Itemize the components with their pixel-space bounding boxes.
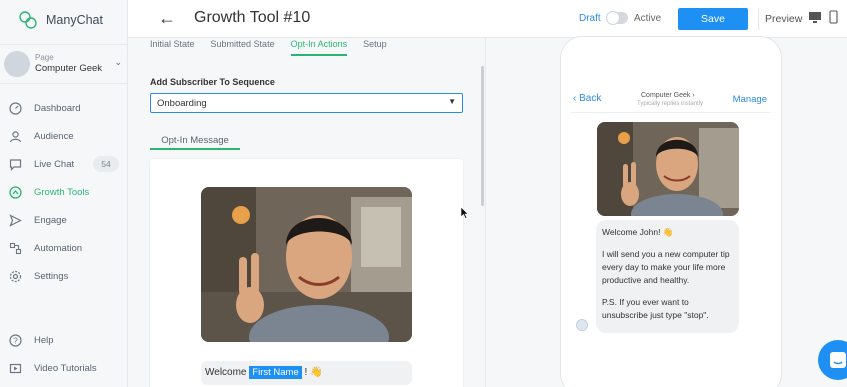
chat-page-name-text: Computer Geek [641,92,691,99]
caret-down-icon: ▼ [448,97,456,106]
svg-text:?: ? [13,336,18,345]
chat-back-label: Back [579,93,602,104]
tab-opt-in-actions[interactable]: Opt-In Actions [290,38,348,56]
brand-name: ManyChat [46,13,103,27]
person-photo-image [201,187,412,342]
sidebar-item-label: Audience [34,130,74,142]
sidebar-item-label: Video Tutorials [34,362,97,374]
editor-scrollbar[interactable] [481,66,484,206]
active-toggle[interactable] [606,11,628,25]
editor-pane: Initial State Submitted State Opt-In Act… [128,38,486,387]
chat-back-button[interactable]: ‹ Back [573,93,601,104]
automation-icon [8,241,22,255]
help-icon: ? [8,333,22,347]
welcome-suffix: ! 👋 [304,367,323,378]
sidebar-item-automation[interactable]: Automation [0,237,128,259]
sidebar-item-label: Live Chat [34,158,75,170]
chat-image [597,122,739,216]
page-avatar [4,51,30,77]
page-selector-label: Page [35,53,54,62]
sidebar-item-label: Automation [34,242,83,254]
sidebar-item-engage[interactable]: Engage [0,209,128,231]
welcome-prefix: Welcome [205,367,247,378]
dashboard-icon [8,101,22,115]
chat-message-line: P.S. If you ever want to unsubscribe jus… [602,297,709,320]
chat-support-icon [830,352,846,368]
chevron-down-icon: ⌄ [114,57,122,67]
save-button[interactable]: Save [678,8,748,30]
tab-submitted-state[interactable]: Submitted State [211,38,275,56]
header-divider [758,8,759,30]
growth-tools-icon [8,185,22,199]
status-active-label: Active [634,13,662,24]
phone-frame: ‹ Back Computer Geek › Typically replies… [560,36,782,387]
live-chat-count-badge: 54 [93,156,119,172]
status-draft-label: Draft [579,13,601,24]
sidebar-item-growth-tools[interactable]: Growth Tools [0,181,128,203]
video-icon [8,361,22,375]
mobile-preview-icon[interactable] [829,10,838,24]
sequence-select-value: Onboarding [157,98,207,109]
sequence-select[interactable]: Onboarding ▼ [150,93,463,113]
desktop-preview-icon[interactable] [808,11,822,24]
sidebar-item-live-chat[interactable]: Live Chat 54 [0,153,128,175]
sidebar-item-label: Help [34,334,54,346]
chat-page-name: Computer Geek › [641,92,695,99]
sidebar-item-settings[interactable]: Settings [0,265,128,287]
bot-avatar [576,319,588,331]
toggle-knob [606,11,620,25]
message-image[interactable] [201,187,412,342]
welcome-text-row[interactable]: Welcome First Name ! 👋 [201,361,412,385]
preview-pane: ‹ Back Computer Geek › Typically replies… [486,36,847,387]
tab-opt-in-message[interactable]: Opt-In Message [150,135,240,150]
gear-icon [8,269,22,283]
mouse-cursor-icon [460,206,469,219]
chat-message-line: I will send you a new computer tip every… [602,249,730,285]
send-icon [8,213,22,227]
page-selector-name: Computer Geek [35,63,103,74]
tab-initial-state[interactable]: Initial State [150,38,195,56]
first-name-chip[interactable]: First Name [249,366,302,379]
tab-setup[interactable]: Setup [363,38,387,56]
page-selector[interactable]: Page Computer Geek ⌄ [0,44,128,84]
sequence-label: Add Subscriber To Sequence [150,77,275,87]
tab-bar: Initial State Submitted State Opt-In Act… [150,38,387,56]
sidebar-item-help[interactable]: ? Help [0,329,128,351]
chat-header: ‹ Back Computer Geek › Typically replies… [571,87,771,113]
person-photo-image [597,122,739,216]
sidebar-item-label: Dashboard [34,102,81,114]
chat-manage-button[interactable]: Manage [733,94,767,105]
sidebar-item-label: Growth Tools [34,186,90,198]
sidebar: ManyChat Page Computer Geek ⌄ Dashboard … [0,0,128,387]
sidebar-item-audience[interactable]: Audience [0,125,128,147]
message-card: Welcome First Name ! 👋 [150,159,463,387]
sidebar-item-label: Engage [34,214,67,226]
top-header: ← Growth Tool #10 Draft Active Save Prev… [128,0,847,38]
sidebar-item-dashboard[interactable]: Dashboard [0,97,128,119]
back-arrow-icon[interactable]: ← [158,8,176,29]
manychat-logo-icon [19,11,37,29]
sidebar-item-video-tutorials[interactable]: Video Tutorials [0,357,128,379]
sidebar-item-label: Settings [34,270,69,282]
chat-message-bubble: Welcome John! 👋 I will send you a new co… [596,220,739,333]
preview-label: Preview [765,13,803,25]
brand[interactable]: ManyChat [18,10,103,30]
user-icon [8,129,22,143]
chat-message-line: Welcome John! 👋 [602,227,674,237]
page-title: Growth Tool #10 [194,9,311,26]
chat-subtitle: Typically replies instantly [637,101,704,107]
chat-icon [8,157,22,171]
